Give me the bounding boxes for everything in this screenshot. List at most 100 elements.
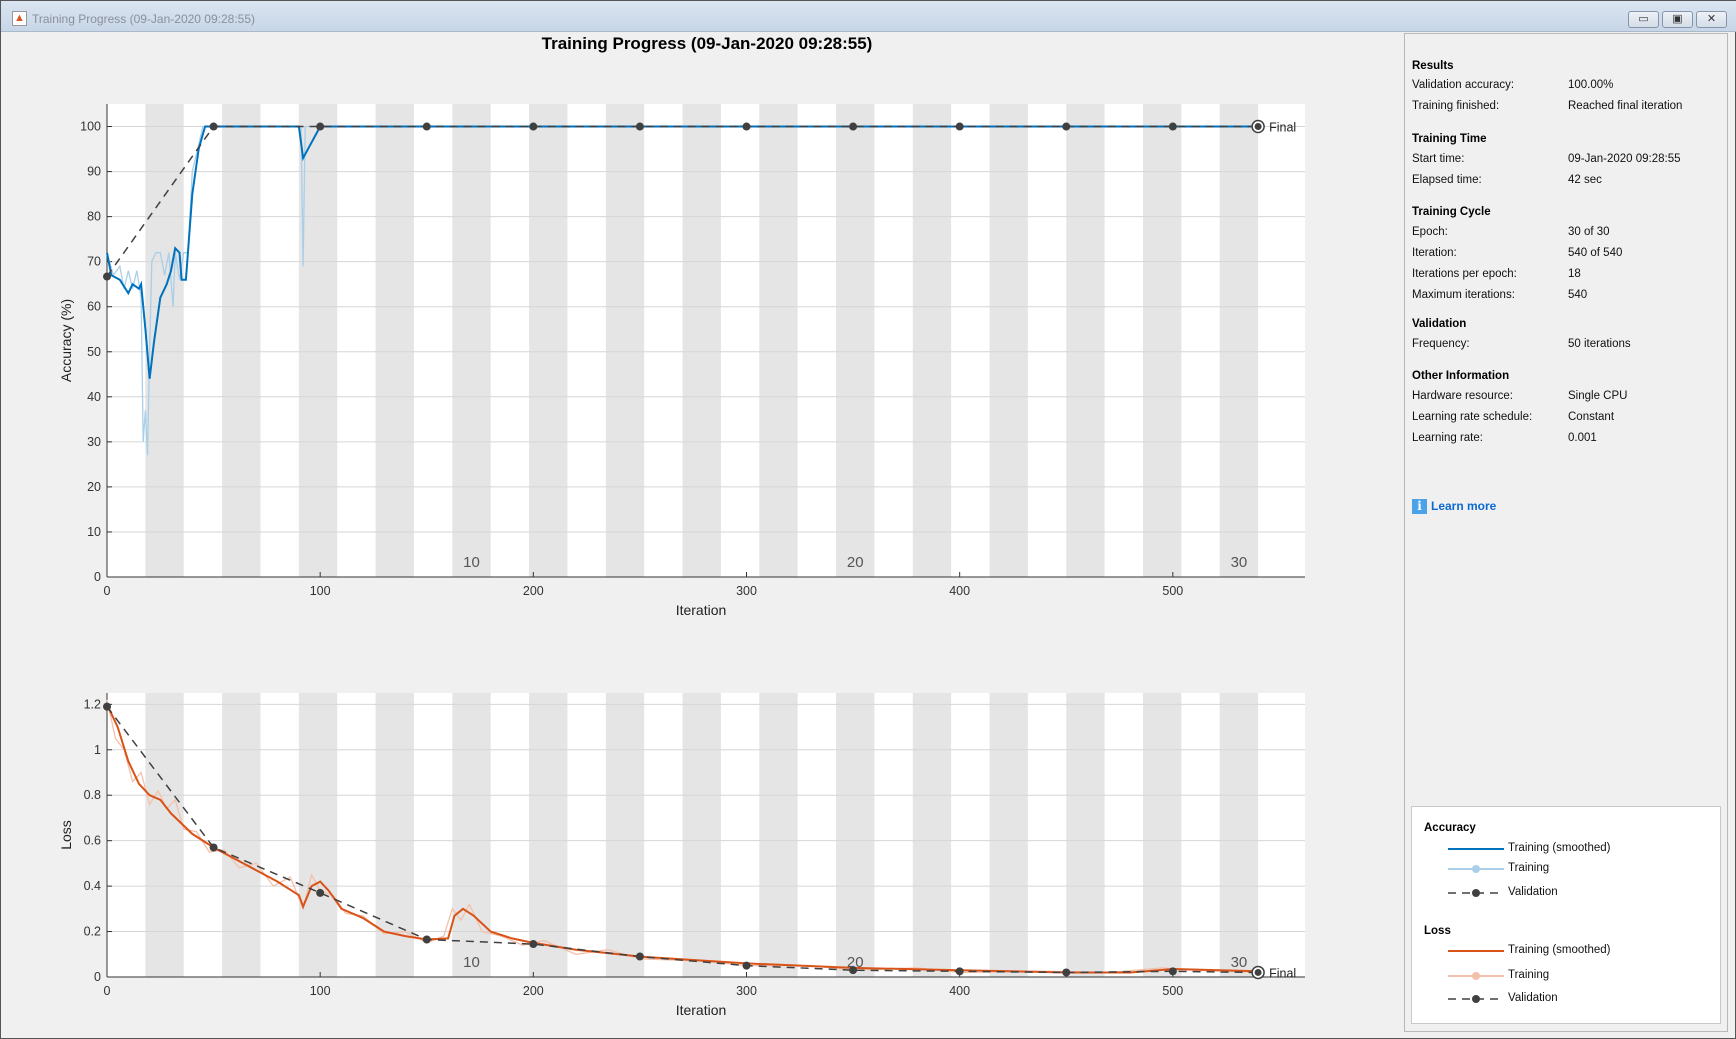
info-row: Training finished: Reached final iteratio…	[1412, 100, 1722, 112]
epoch-band	[682, 104, 721, 577]
info-label: Learning rate schedule:	[1412, 411, 1533, 423]
info-row: Elapsed time: 42 sec	[1412, 174, 1722, 186]
validation-point	[849, 122, 858, 131]
validation-point	[955, 967, 964, 976]
info-row: Frequency: 50 iterations	[1412, 338, 1722, 350]
info-label: Training finished:	[1412, 100, 1500, 112]
y-tick-label: 70	[87, 255, 101, 269]
info-value: 42 sec	[1568, 174, 1602, 186]
legend-acc-smoothed: Training (smoothed)	[1448, 842, 1611, 854]
epoch-band	[298, 693, 338, 977]
info-label: Elapsed time:	[1412, 174, 1482, 186]
legend-loss-training: Training	[1448, 968, 1718, 984]
info-label: Validation accuracy:	[1412, 79, 1515, 91]
info-icon: i	[1412, 499, 1427, 514]
info-row: Hardware resource: Single CPU	[1412, 390, 1722, 402]
validation-point	[742, 961, 751, 970]
epoch-band	[1142, 104, 1182, 577]
y-axis-label: Accuracy (%)	[58, 299, 74, 382]
x-axis-label: Iteration	[676, 1002, 727, 1018]
maximize-button[interactable]: ▣	[1662, 11, 1693, 28]
x-tick-label: 100	[310, 584, 331, 598]
info-value: 0.001	[1568, 432, 1597, 444]
epoch-band	[759, 693, 798, 977]
epoch-band	[1066, 104, 1105, 577]
y-tick-label: 0	[94, 570, 101, 584]
y-tick-label: 0.4	[84, 879, 101, 893]
x-tick-label: 300	[736, 984, 757, 998]
info-label: Start time:	[1412, 153, 1465, 165]
legend-loss-validation: Validation	[1448, 991, 1718, 1007]
validation-point	[103, 272, 111, 281]
info-label: Frequency:	[1412, 338, 1470, 350]
info-label: Maximum iterations:	[1412, 289, 1515, 301]
epoch-band	[989, 104, 1028, 577]
epoch-band	[452, 693, 491, 977]
legend: Accuracy Training (smoothed) Training Va…	[1411, 806, 1721, 1024]
y-tick-label: 50	[87, 345, 101, 359]
epoch-band	[145, 104, 184, 577]
title-bar: ▲ Training Progress (09-Jan-2020 09:28:5…	[1, 1, 1736, 32]
section-title: Training Cycle	[1412, 206, 1491, 218]
training-figure: Training Progress (09-Jan-2020 09:28:55)…	[58, 34, 1305, 1018]
chart-title: Training Progress (09-Jan-2020 09:28:55)	[542, 34, 873, 53]
section-title: Validation	[1412, 318, 1467, 330]
validation-point	[209, 843, 218, 852]
info-value: 18	[1568, 268, 1581, 280]
info-row: Iterations per epoch: 18	[1412, 268, 1722, 280]
epoch-band	[682, 693, 721, 977]
validation-point	[955, 122, 964, 131]
epoch-band	[912, 104, 952, 577]
epoch-band	[1219, 104, 1259, 577]
info-label: Epoch:	[1412, 226, 1448, 238]
legend-acc-validation: Validation	[1448, 885, 1718, 901]
final-validation-point	[1254, 968, 1262, 976]
info-row: Learning rate schedule: Constant	[1412, 411, 1722, 423]
x-tick-label: 100	[310, 984, 331, 998]
y-tick-label: 10	[87, 525, 101, 539]
info-value: Constant	[1568, 411, 1615, 423]
y-tick-label: 0.2	[84, 925, 101, 939]
epoch-band	[989, 693, 1028, 977]
close-button[interactable]: ✕	[1696, 11, 1727, 28]
info-value: 100.00%	[1568, 79, 1614, 91]
validation-point	[103, 702, 111, 711]
info-value: Single CPU	[1568, 390, 1628, 402]
info-label: Learning rate:	[1412, 432, 1483, 444]
info-value: 09-Jan-2020 09:28:55	[1568, 153, 1681, 165]
validation-point	[529, 122, 538, 131]
minimize-button[interactable]: ▭	[1628, 11, 1659, 28]
y-tick-label: 1	[94, 743, 101, 757]
epoch-label: 20	[847, 554, 864, 571]
y-tick-label: 30	[87, 435, 101, 449]
y-tick-label: 1.2	[84, 697, 101, 711]
y-tick-label: 0	[94, 970, 101, 984]
y-tick-label: 100	[80, 120, 101, 134]
validation-point	[1168, 122, 1177, 131]
legend-acc-training: Training	[1448, 861, 1718, 877]
epoch-label: 30	[1231, 954, 1248, 971]
epoch-band	[836, 104, 875, 577]
info-row: Epoch: 30 of 30	[1412, 226, 1722, 238]
validation-point	[529, 940, 538, 949]
info-row: Start time: 09-Jan-2020 09:28:55	[1412, 153, 1722, 165]
epoch-band	[222, 693, 261, 977]
validation-point	[209, 122, 218, 131]
legend-accuracy-title: Accuracy	[1424, 822, 1476, 834]
validation-point	[316, 888, 325, 897]
validation-point	[635, 122, 644, 131]
x-tick-label: 500	[1162, 984, 1183, 998]
info-value: 540	[1568, 289, 1588, 301]
epoch-band	[1219, 693, 1259, 977]
x-tick-label: 200	[523, 984, 544, 998]
epoch-label: 30	[1231, 554, 1248, 571]
epoch-band	[222, 104, 261, 577]
loss-plot	[103, 693, 1305, 980]
section-title: Training Time	[1412, 133, 1487, 145]
y-tick-label: 90	[87, 165, 101, 179]
accuracy-plot	[103, 104, 1305, 578]
info-row: Learning rate: 0.001	[1412, 432, 1722, 444]
learn-more-link[interactable]: i Learn more	[1412, 499, 1496, 514]
legend-loss-smoothed: Training (smoothed)	[1448, 944, 1611, 956]
info-label: Iteration:	[1412, 247, 1457, 259]
